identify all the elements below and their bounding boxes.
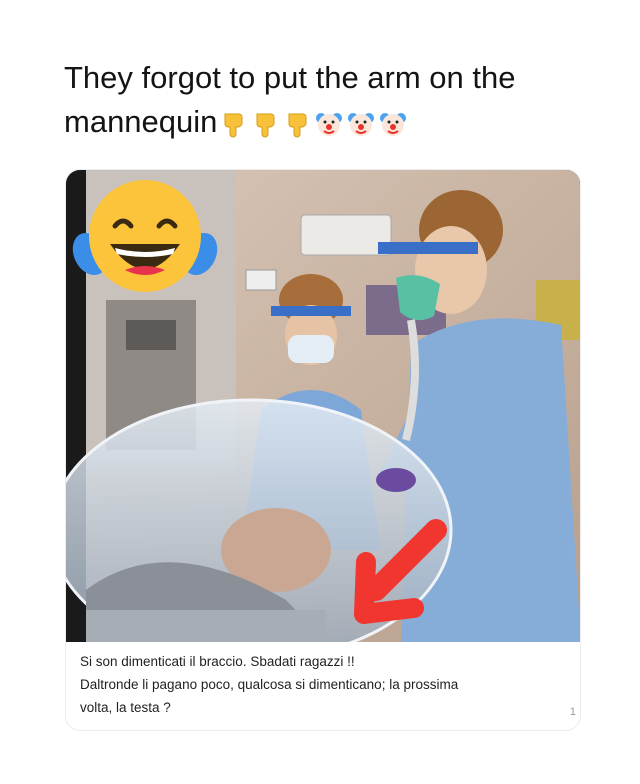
clown-face-icon	[380, 112, 407, 136]
laughing-with-tears-icon	[72, 180, 218, 292]
pointing-down-icon	[256, 113, 275, 138]
emoji-row	[219, 110, 407, 138]
post-title-line1: They forgot to put the arm on the	[64, 60, 516, 95]
pointing-down-icon	[224, 113, 243, 138]
caption-line: Si son dimenticati il braccio. Sbadati r…	[80, 654, 355, 669]
caption-line: Daltronde li pagano poco, qualcosa si di…	[80, 677, 459, 692]
post-title: They forgot to put the arm on the manneq…	[64, 56, 604, 144]
post-title-line2-wrap: mannequin	[64, 100, 604, 144]
corner-mark: 1	[569, 706, 576, 718]
clown-face-icon	[316, 112, 343, 136]
pointing-down-icon	[288, 113, 307, 138]
caption-line: volta, la testa ?	[80, 700, 171, 715]
post-caption: Si son dimenticati il braccio. Sbadati r…	[80, 650, 570, 719]
post-card[interactable]: Si son dimenticati il braccio. Sbadati r…	[66, 170, 580, 730]
clown-face-icon	[348, 112, 375, 136]
post-title-line2: mannequin	[64, 104, 218, 139]
